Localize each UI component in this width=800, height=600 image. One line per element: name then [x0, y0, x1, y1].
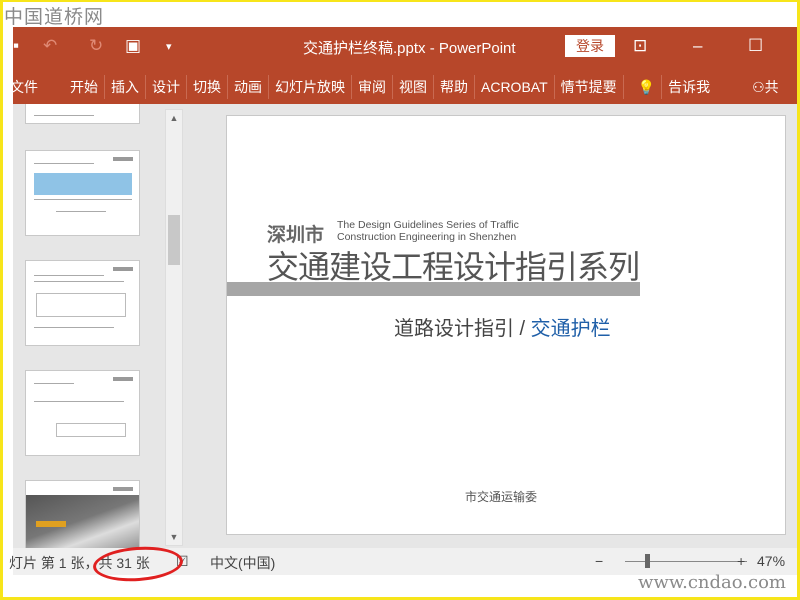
zoom-out-button[interactable]: −	[595, 553, 603, 569]
english-line-1: The Design Guidelines Series of Traffic	[337, 219, 519, 231]
watermark-bottom: www.cndao.com	[638, 572, 786, 593]
login-button[interactable]: 登录	[565, 35, 615, 57]
tab-review[interactable]: 审阅	[352, 75, 393, 99]
slide-thumbnail[interactable]	[25, 260, 140, 346]
zoom-slider-thumb[interactable]	[645, 554, 650, 568]
share-icon[interactable]: ⚇	[752, 79, 765, 96]
tab-insert[interactable]: 插入	[105, 75, 146, 99]
tab-storyboard[interactable]: 情节提要	[555, 75, 624, 99]
window-title: 交通护栏终稿.pptx - PowerPoint	[303, 40, 516, 57]
zoom-level[interactable]: 47%	[757, 553, 785, 569]
subtitle-highlight: 交通护栏	[530, 318, 611, 340]
slide-thumbnail[interactable]	[25, 104, 140, 124]
slide-thumbnail[interactable]	[25, 480, 140, 548]
scrollbar-thumb[interactable]	[168, 215, 180, 265]
scroll-up-icon[interactable]: ▲	[167, 111, 181, 125]
tab-animations[interactable]: 动画	[228, 75, 269, 99]
tab-file[interactable]: 文件	[10, 75, 44, 99]
minimize-icon[interactable]: –	[693, 36, 702, 56]
undo-icon[interactable]: ↶	[43, 36, 57, 56]
tab-transitions[interactable]: 切换	[187, 75, 228, 99]
tab-design[interactable]: 设计	[146, 75, 187, 99]
ribbon-tabs: 文件 开始 插入 设计 切换 动画 幻灯片放映 审阅 视图 帮助 ACROBAT…	[10, 70, 798, 104]
thumbnail-scrollbar[interactable]: ▲ ▼	[165, 109, 183, 546]
ribbon-display-icon[interactable]: ⊡	[633, 36, 647, 56]
customize-icon[interactable]: ▾	[166, 40, 172, 53]
slide-subtitle: 道路设计指引 / 交通护栏	[394, 312, 611, 341]
title-underline-bar	[227, 282, 640, 296]
tab-home[interactable]: 开始	[64, 75, 105, 99]
tab-acrobat[interactable]: ACROBAT	[475, 75, 555, 99]
present-icon[interactable]: ▣	[125, 36, 141, 56]
redo-icon[interactable]: ↻	[89, 36, 103, 56]
tab-view[interactable]: 视图	[393, 75, 434, 99]
zoom-slider[interactable]	[625, 561, 747, 562]
workspace: ▲ ▼ 深圳市 The Design Guidelines Series of …	[13, 104, 798, 548]
slide-english-title: The Design Guidelines Series of Traffic C…	[337, 219, 519, 243]
lightbulb-icon: 💡	[632, 75, 663, 99]
share-button[interactable]: 共	[765, 77, 779, 97]
tell-me-button[interactable]: 告诉我	[662, 75, 716, 99]
maximize-icon[interactable]: ☐	[748, 36, 763, 56]
slide-organization: 市交通运输委	[465, 490, 538, 504]
slide-canvas[interactable]: 深圳市 The Design Guidelines Series of Traf…	[226, 115, 786, 535]
save-icon[interactable]: ▪	[13, 36, 19, 56]
title-bar: ▪ ↶ ↻ ▣ ▾ 交通护栏终稿.pptx - PowerPoint 登录 ⊡ …	[13, 27, 798, 70]
tab-help[interactable]: 帮助	[434, 75, 475, 99]
scroll-down-icon[interactable]: ▼	[167, 530, 181, 544]
slide-thumbnail[interactable]	[25, 370, 140, 456]
tab-slideshow[interactable]: 幻灯片放映	[269, 75, 352, 99]
slide-thumbnail[interactable]	[25, 150, 140, 236]
watermark-top: 中国道桥网	[4, 6, 105, 28]
subtitle-prefix: 道路设计指引 /	[394, 318, 531, 340]
language-indicator[interactable]: 中文(中国)	[210, 553, 275, 573]
slide-thumbnail-pane	[13, 104, 165, 548]
zoom-in-button[interactable]: +	[737, 553, 745, 569]
